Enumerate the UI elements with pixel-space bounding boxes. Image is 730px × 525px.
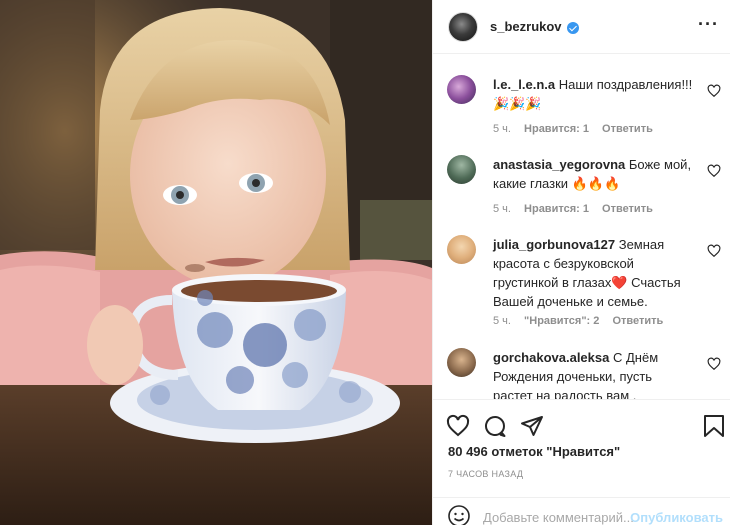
author-avatar[interactable] <box>448 11 478 42</box>
comment-body: l.e._l.e.n.a Наши поздравления!!! 🎉🎉🎉 <box>493 75 693 113</box>
photo-girl-with-teacup <box>0 0 432 525</box>
commenter-avatar[interactable] <box>447 75 476 104</box>
comment-likes[interactable]: "Нравится": 2 <box>524 315 599 327</box>
commenter-avatar[interactable] <box>447 155 476 184</box>
like-comment-heart-icon[interactable] <box>707 357 721 371</box>
like-comment-heart-icon[interactable] <box>707 84 721 98</box>
comment-reply-button[interactable]: Ответить <box>602 123 653 135</box>
comment-input[interactable]: Добавьте комментарий... <box>483 510 634 525</box>
comment-likes[interactable]: Нравится: 1 <box>524 203 589 215</box>
comment-username[interactable]: l.e._l.e.n.a <box>493 77 555 92</box>
like-comment-heart-icon[interactable] <box>707 244 721 258</box>
comment-username[interactable]: anastasia_yegorovna <box>493 157 625 172</box>
author-username[interactable]: s_bezrukov <box>490 19 562 34</box>
comment-meta: 5 ч. Нравится: 1 Ответить <box>493 203 663 215</box>
comment-age: 5 ч. <box>493 123 511 135</box>
comment-bubble-icon[interactable] <box>483 414 507 438</box>
comment-username[interactable]: julia_gorbunova127 <box>493 237 615 252</box>
post-timestamp[interactable]: 7 ЧАСОВ НАЗАД <box>448 469 523 479</box>
post-actions-bar <box>433 399 730 439</box>
comment-age: 5 ч. <box>493 315 511 327</box>
comment-meta: 5 ч. Нравится: 1 Ответить <box>493 123 663 135</box>
likes-count[interactable]: 80 496 отметок "Нравится" <box>448 444 620 459</box>
comment-reply-button[interactable]: Ответить <box>612 315 663 327</box>
comment-age: 5 ч. <box>493 203 511 215</box>
commenter-avatar[interactable] <box>447 348 476 377</box>
comment-meta: 5 ч. "Нравится": 2 Ответить <box>493 315 673 327</box>
emoji-smiley-icon[interactable] <box>447 504 471 525</box>
comment-body: julia_gorbunova127 Земная красота с безр… <box>493 235 693 311</box>
comment-reply-button[interactable]: Ответить <box>602 203 653 215</box>
comment-emoji: 🔥🔥🔥 <box>571 176 621 191</box>
commenter-avatar[interactable] <box>447 235 476 264</box>
comments-list[interactable]: l.e._l.e.n.a Наши поздравления!!! 🎉🎉🎉 5 … <box>433 55 730 399</box>
verified-badge-icon <box>566 21 579 34</box>
add-comment-form: Добавьте комментарий... Опубликовать <box>433 497 730 525</box>
share-paper-plane-icon[interactable] <box>520 414 544 438</box>
comment-emoji: 🎉🎉🎉 <box>493 96 542 111</box>
comment-username[interactable]: gorchakova.aleksa <box>493 350 609 365</box>
more-options-icon[interactable]: ··· <box>698 15 719 33</box>
like-comment-heart-icon[interactable] <box>707 164 721 178</box>
save-bookmark-icon[interactable] <box>703 414 725 438</box>
publish-button[interactable]: Опубликовать <box>630 510 723 525</box>
comment-likes[interactable]: Нравится: 1 <box>524 123 589 135</box>
comment-body: anastasia_yegorovna Боже мой, какие глаз… <box>493 155 693 193</box>
post-header: s_bezrukov ··· <box>433 0 730 54</box>
comment-text: Наши поздравления!!! <box>558 77 693 92</box>
post-photo[interactable] <box>0 0 432 525</box>
comment-body: gorchakova.aleksa С Днём Рождения дочень… <box>493 348 693 399</box>
post-sidebar: s_bezrukov ··· l.e._l.e.n.a Наши поздрав… <box>432 0 730 525</box>
like-heart-icon[interactable] <box>446 414 470 438</box>
comment-emoji: ❤️ <box>611 275 628 290</box>
